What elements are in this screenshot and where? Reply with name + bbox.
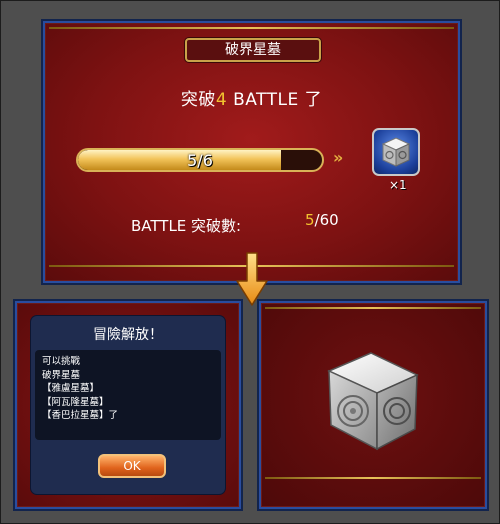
dialog-line: 【雅盧星墓】 [42,383,100,394]
battle-progress-panel: 破界星墓 突破4 BATTLE 了 5/6 » ×1 BATTLE 突破數: 5… [43,21,460,283]
headline-prefix: 突破 [180,90,216,110]
arrow-down-icon [236,252,268,306]
silver-cube-icon [327,352,419,451]
unlock-panel: 冒險解放！ 可以挑戰 破界星墓 【雅盧星墓】 【阿瓦隆星墓】 【香巴拉星墓】了 … [15,301,241,509]
reward-item-slot[interactable] [372,128,420,176]
adventure-unlocked-dialog: 冒險解放！ 可以挑戰 破界星墓 【雅盧星墓】 【阿瓦隆星墓】 【香巴拉星墓】了 … [31,316,225,494]
headline-count: 4 [215,90,228,110]
headline-suffix: BATTLE 了 [227,90,323,110]
battle-breakthrough-label: BATTLE 突破數: [131,217,242,235]
progress-bar: 5/6 [76,148,324,172]
dialog-title: 冒險解放！ [93,327,163,343]
screenshot-frame: 破界星墓 突破4 BATTLE 了 5/6 » ×1 BATTLE 突破數: 5… [0,0,500,524]
ok-button[interactable]: OK [98,454,166,478]
dialog-line: 【香巴拉星墓】了 [42,410,119,421]
progress-label: 5/6 [187,151,213,170]
double-chevron-right-icon: » [333,148,343,167]
panel-title: 破界星墓 [225,42,281,58]
dialog-line: 可以挑戰 [42,356,81,367]
gold-divider-top [49,27,454,29]
gold-divider-bottom [265,477,481,479]
gold-divider-top [265,307,481,309]
reward-quantity: ×1 [389,178,407,192]
reward-preview-panel [259,301,487,509]
breakthrough-message: 突破4 BATTLE 了 [45,85,458,110]
battle-breakthrough-count: 5/60 [305,211,339,229]
dialog-line: 【阿瓦隆星墓】 [42,396,109,408]
battle-breakthrough-total: /60 [314,211,339,229]
dialog-message-box: 可以挑戰 破界星墓 【雅盧星墓】 【阿瓦隆星墓】 【香巴拉星墓】了 [35,350,221,440]
silver-cube-icon [381,137,411,167]
battle-breakthrough-current: 5 [305,211,315,229]
dialog-line: 破界星墓 [42,369,81,381]
panel-title-plate: 破界星墓 [185,38,321,62]
